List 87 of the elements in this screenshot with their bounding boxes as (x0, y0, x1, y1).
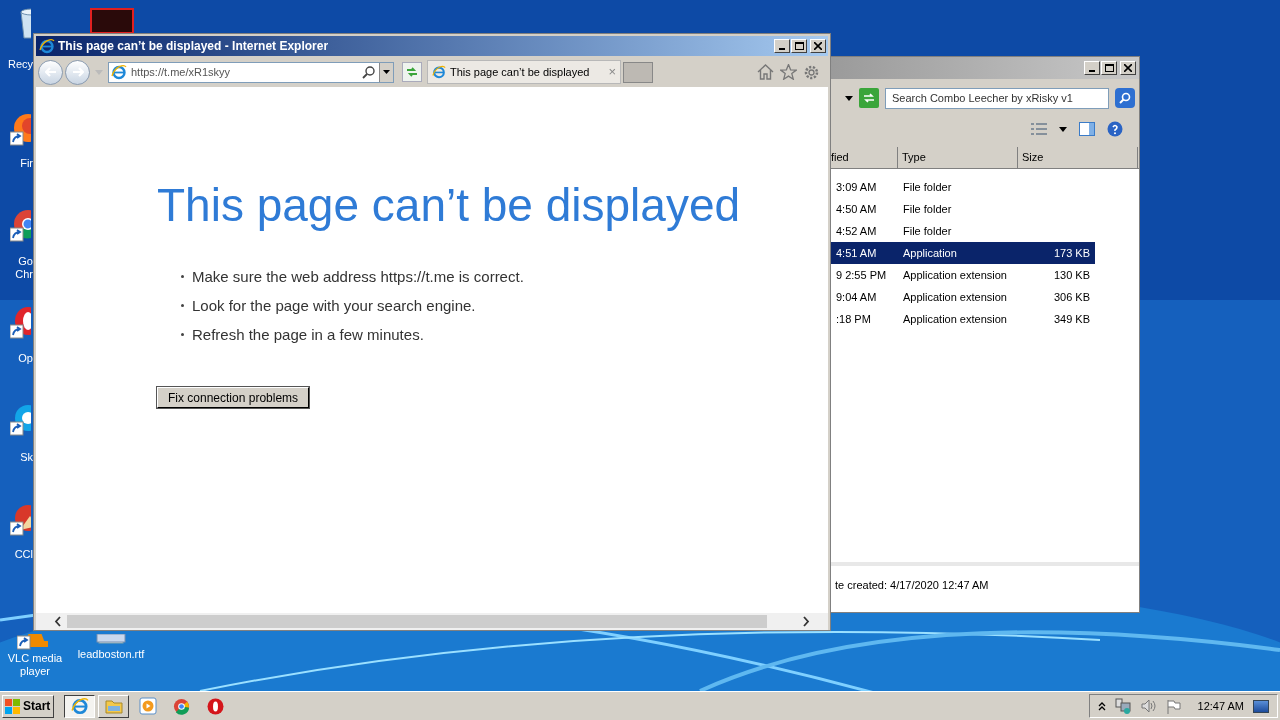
taskbar-button[interactable] (64, 694, 95, 718)
file-row[interactable]: 3:09 AM File folder (827, 176, 1095, 198)
details-text: te created: 4/17/2020 12:47 AM (835, 579, 989, 591)
maximize-button[interactable] (1101, 61, 1117, 75)
forward-arrow-icon (71, 67, 84, 77)
flag-icon[interactable] (1165, 698, 1181, 714)
desktop-icon-label: Go Chr (14, 255, 33, 281)
show-desktop-button[interactable] (1253, 699, 1269, 713)
bullet-icon (181, 304, 184, 307)
preview-pane-icon[interactable] (1079, 122, 1095, 136)
suggestion-text: Make sure the web address https://t.me is correct. (192, 267, 524, 286)
table-cell-text: 3:09 AM (835, 179, 878, 195)
arrows-icon (405, 66, 419, 78)
scrollbar-thumb[interactable] (67, 615, 767, 628)
error-heading: This page can’t be displayed (157, 178, 742, 233)
desktop-icon-label: Sk (20, 451, 33, 464)
table-cell-text: 4:50 AM (835, 201, 878, 217)
column-header[interactable]: Type (898, 147, 1018, 169)
table-cell-text: 173 KB (1052, 245, 1090, 261)
file-row[interactable]: 4:52 AM File folder (827, 220, 1095, 242)
desktop-icon-label: leadboston.rtf (77, 648, 145, 661)
column-header[interactable]: Size (1018, 147, 1138, 169)
table-cell-text: File folder (902, 201, 953, 217)
dropdown-arrow-icon[interactable] (845, 95, 853, 101)
clock[interactable]: 12:47 AM (1197, 697, 1244, 715)
show-hidden-icons-icon[interactable] (1097, 701, 1106, 711)
network-icon[interactable] (1114, 698, 1132, 714)
close-button[interactable] (1120, 61, 1136, 75)
table-cell-text: File folder (902, 179, 953, 195)
table-cell-text: Application extension (902, 289, 1008, 305)
ie-icon (111, 64, 127, 80)
fix-connection-button[interactable]: Fix connection problems (157, 387, 310, 408)
back-arrow-icon (44, 67, 57, 77)
bullet-icon (181, 333, 184, 336)
table-cell-text: 4:52 AM (835, 223, 878, 239)
table-cell-text: Application extension (902, 267, 1008, 283)
ie-icon (39, 38, 55, 54)
star-icon[interactable] (780, 64, 797, 80)
start-button[interactable]: Start (2, 694, 54, 718)
dropdown-arrow-icon[interactable] (1059, 126, 1067, 132)
opera-icon[interactable] (207, 697, 224, 715)
volume-icon[interactable] (1140, 699, 1157, 713)
table-cell-text: Application extension (902, 311, 1008, 327)
table-cell-text: 9:04 AM (835, 289, 878, 305)
search-button[interactable] (1115, 88, 1135, 108)
table-cell-text: 130 KB (1052, 267, 1090, 283)
search-icon (1119, 92, 1131, 104)
table-cell-text: Application (902, 245, 958, 261)
close-icon (814, 42, 822, 50)
search-field[interactable]: Search Combo Leecher by xRisky v1 (885, 87, 1109, 109)
table-cell-text: 349 KB (1052, 311, 1090, 327)
caret-icon (383, 70, 390, 74)
suggestion-text: Look for the page with your search engine. (192, 296, 476, 315)
table-cell-text: 306 KB (1052, 289, 1090, 305)
search-icon[interactable] (362, 65, 375, 79)
address-field[interactable]: https://t.me/xR1skyy (108, 61, 394, 83)
file-row[interactable]: :18 PM Application extension 349 KB (827, 308, 1095, 330)
suggestion-text: Refresh the page in a few minutes. (192, 325, 424, 344)
minimize-button[interactable] (1084, 61, 1100, 75)
ie-icon (432, 65, 446, 79)
table-cell-text: File folder (902, 223, 953, 239)
maximize-button[interactable] (791, 39, 807, 53)
window-title: This page can’t be displayed - Internet Explorer (58, 38, 330, 55)
minimize-button[interactable] (774, 39, 790, 53)
browser-tab[interactable]: This page can’t be displayed × (427, 60, 621, 84)
file-row[interactable]: 9:04 AM Application extension 306 KB (827, 286, 1095, 308)
table-cell-text: :18 PM (835, 311, 872, 327)
home-icon[interactable] (757, 64, 774, 80)
table-cell-text: 9 2:55 PM (835, 267, 888, 283)
chrome-icon[interactable] (173, 697, 190, 715)
desktop-icon-label: Op (18, 352, 33, 365)
app-icon[interactable] (90, 8, 134, 34)
help-icon[interactable] (1107, 121, 1123, 137)
compatibility-button[interactable] (402, 62, 422, 82)
close-button[interactable] (810, 39, 826, 53)
settings-icon[interactable] (803, 63, 820, 81)
table-cell-text: 4:51 AM (835, 245, 878, 261)
windows-logo (5, 698, 21, 714)
dropdown-button[interactable] (379, 62, 393, 82)
desktop-icon-label: Fir (20, 157, 33, 170)
desktop-icon-label: Recy (7, 58, 33, 71)
desktop-icon-label: CCl (14, 548, 33, 561)
close-icon (1124, 64, 1132, 72)
desktop-icon-label: VLC media player (6, 652, 64, 678)
file-row[interactable]: 9 2:55 PM Application extension 130 KB (827, 264, 1095, 286)
bullet-icon (181, 275, 184, 278)
file-row[interactable]: 4:50 AM File folder (827, 198, 1095, 220)
